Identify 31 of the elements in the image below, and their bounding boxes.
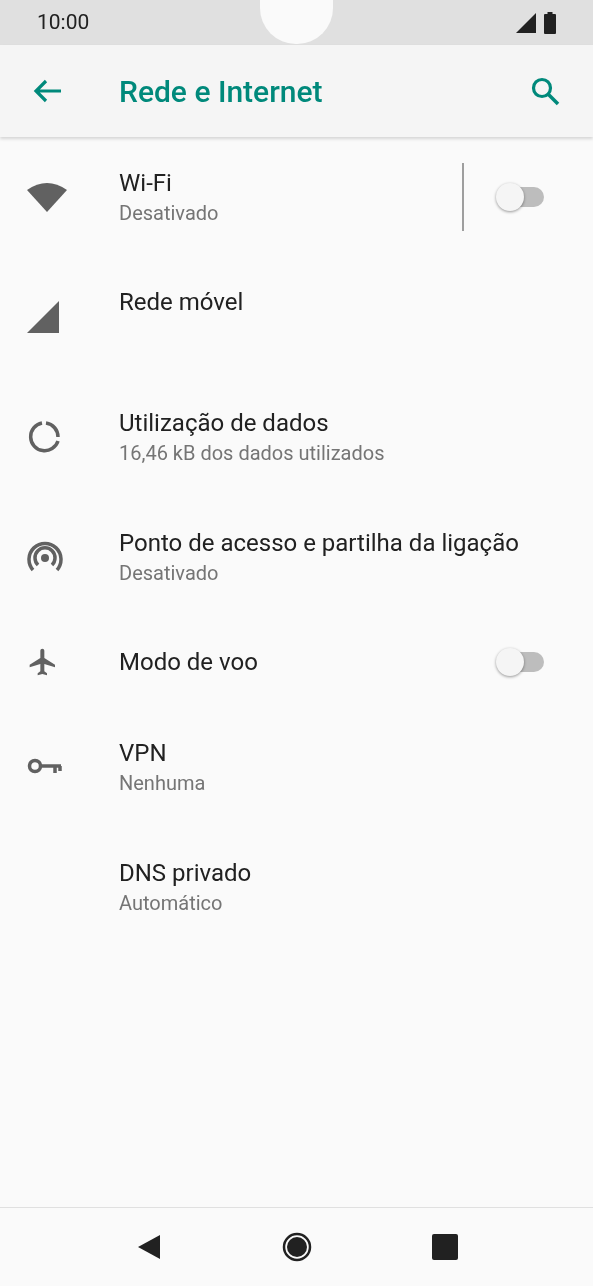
item-title: Wi-Fi (119, 168, 173, 199)
page-title: Rede e Internet (119, 72, 324, 111)
settings-item[interactable]: VPN Nenhuma (0, 707, 593, 827)
item-title: DNS privado (119, 858, 253, 889)
item-title: Rede móvel (119, 287, 245, 318)
settings-item[interactable]: Ponto de acesso e partilha da ligação Desativado (0, 497, 593, 617)
item-title: Modo de voo (119, 647, 259, 678)
data-usage-icon (27, 420, 61, 454)
item-title: Utilização de dados (119, 408, 330, 439)
signal-icon (516, 12, 536, 33)
item-subtitle: Desativado (119, 200, 220, 227)
settings-item[interactable]: Modo de voo (0, 617, 593, 707)
settings-item[interactable]: Utilização de dados 16,46 kB dos dados utilizados (0, 377, 593, 497)
settings-item[interactable]: DNS privado Automático (0, 827, 593, 947)
settings-item[interactable]: Rede móvel (0, 257, 593, 377)
item-subtitle: Automático (119, 890, 224, 917)
recents-nav-icon[interactable] (431, 1234, 458, 1260)
item-title: Ponto de acesso e partilha da ligação (119, 528, 520, 559)
back-arrow-icon (33, 79, 63, 103)
battery-icon (544, 11, 556, 34)
hotspot-icon (27, 540, 63, 574)
clock: 10:00 (37, 8, 90, 36)
wifi-icon (27, 182, 67, 212)
home-nav-icon[interactable] (281, 1232, 312, 1262)
signal-icon (27, 301, 59, 333)
item-title: VPN (119, 738, 168, 769)
settings-item[interactable]: Wi-Fi Desativado (0, 137, 593, 257)
search-icon (530, 76, 560, 106)
item-subtitle: Nenhuma (119, 770, 207, 797)
item-subtitle: Desativado (119, 560, 220, 587)
item-subtitle: 16,46 kB dos dados utilizados (119, 440, 386, 467)
